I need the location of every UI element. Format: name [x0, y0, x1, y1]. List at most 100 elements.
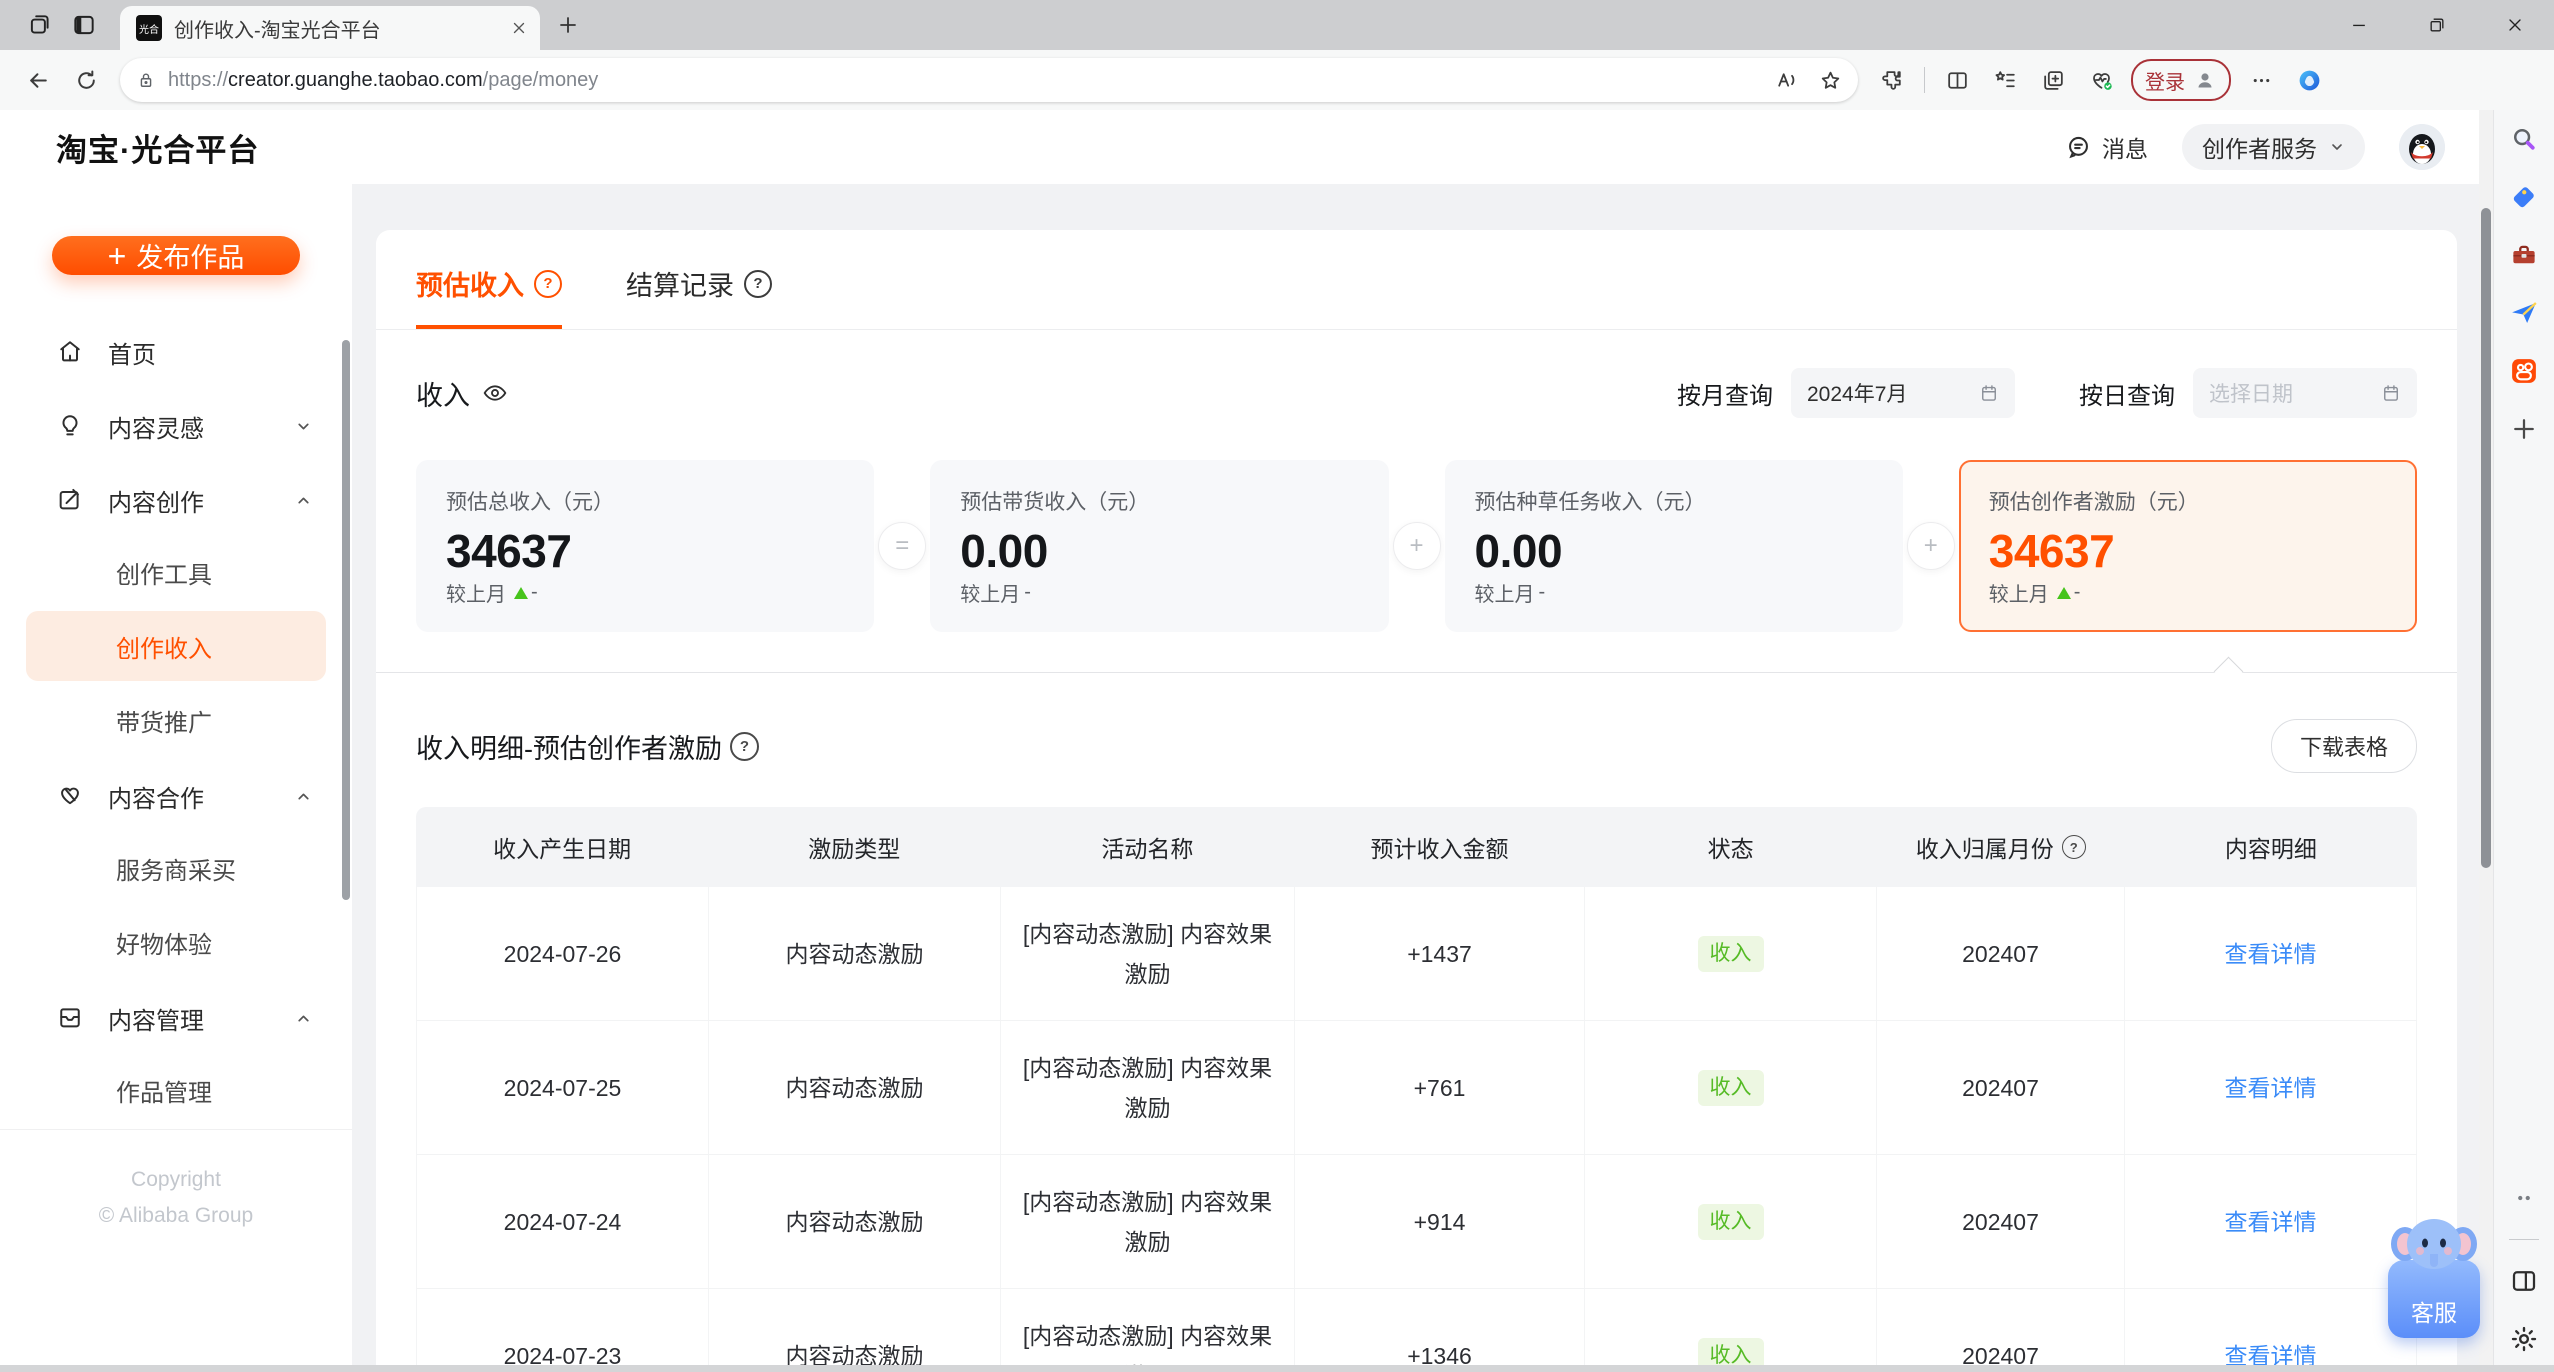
settings-more-icon[interactable] [2239, 58, 2283, 102]
card-title: 预估种草任务收入（元） [1474, 491, 1706, 514]
detail-header-row: 收入明细-预估创作者激励 ? 下载表格 [416, 719, 2417, 773]
view-details-link[interactable]: 查看详情 [2125, 1155, 2417, 1288]
workspaces-icon[interactable] [18, 3, 62, 47]
refresh-icon[interactable] [64, 58, 108, 102]
split-screen-icon[interactable] [1935, 58, 1979, 102]
header-label: 预计收入金额 [1370, 836, 1509, 862]
sidebar-tools-icon[interactable] [2507, 238, 2541, 272]
browser-essentials-icon[interactable] [2079, 58, 2123, 102]
edge-sidebar [2493, 110, 2554, 1372]
creator-service-menu[interactable]: 创作者服务 [2182, 124, 2365, 170]
sidebar-search-icon[interactable] [2507, 122, 2541, 156]
view-details-link[interactable]: 查看详情 [2125, 1021, 2417, 1154]
favorite-star-icon[interactable] [1808, 58, 1852, 102]
income-card-1[interactable]: 预估带货收入（元） 0.00 较上月 - [930, 460, 1389, 632]
cell-status: 收入 [1585, 1289, 1877, 1372]
sidebar-send-icon[interactable] [2507, 296, 2541, 330]
table-header-6: 内容明细 [2125, 830, 2417, 864]
sidebar-item-10[interactable]: 作品管理 [26, 1055, 326, 1125]
card-compare: 较上月 - [1475, 578, 1873, 607]
penguin-avatar-image [2399, 124, 2445, 170]
page-scrollbar[interactable] [2479, 110, 2493, 1372]
sidebar-kuaishou-icon[interactable] [2507, 354, 2541, 388]
messages-button[interactable]: 消息 [2065, 130, 2148, 164]
header-label: 收入产生日期 [493, 836, 632, 862]
manage-icon [56, 1003, 86, 1033]
sidebar-item-3[interactable]: 创作工具 [26, 537, 326, 607]
table-header-3: 预计收入金额 [1294, 830, 1584, 864]
avatar[interactable] [2399, 124, 2445, 170]
view-details-link[interactable]: 查看详情 [2125, 887, 2417, 1020]
browser-tab[interactable]: 光合 创作收入-淘宝光合平台 [120, 6, 540, 50]
income-card-0[interactable]: 预估总收入（元） 34637 较上月 - [416, 460, 875, 632]
help-icon[interactable]: ? [730, 731, 759, 761]
trend-up-icon [514, 586, 528, 599]
sidebar-more-icon[interactable] [2507, 1181, 2541, 1215]
new-tab-button[interactable] [556, 13, 580, 37]
status-badge: 收入 [1697, 1203, 1764, 1240]
site-logo[interactable]: 淘宝·光合平台 [56, 125, 259, 170]
sidebar-item-5[interactable]: 带货推广 [26, 685, 326, 755]
sidebar-settings-icon[interactable] [2507, 1322, 2541, 1356]
view-details-link[interactable]: 查看详情 [2225, 1068, 2317, 1108]
maximize-button[interactable] [2398, 0, 2476, 50]
view-details-link[interactable]: 查看详情 [2225, 934, 2317, 974]
help-icon[interactable]: ? [744, 269, 772, 298]
sidebar-item-4[interactable]: 创作收入 [26, 611, 326, 681]
trend-up-icon [2056, 586, 2071, 599]
tab-actions-icon[interactable] [62, 3, 106, 47]
back-icon[interactable] [16, 58, 60, 102]
cell-type: 内容动态激励 [709, 887, 1001, 1020]
table-header-0: 收入产生日期 [416, 830, 708, 864]
read-aloud-icon[interactable] [1764, 58, 1808, 102]
collections-icon[interactable] [2031, 58, 2075, 102]
day-query-label: 按日查询 [2079, 382, 2175, 410]
eye-icon[interactable] [482, 380, 508, 406]
card-title: 预估创作者激励（元） [1988, 491, 2199, 514]
sidebar-scrollbar[interactable] [342, 340, 350, 900]
tab-close-icon[interactable] [510, 19, 528, 37]
sidebar-panel-icon[interactable] [2507, 1264, 2541, 1298]
address-bar[interactable]: https://creator.guanghe.taobao.com/page/… [120, 58, 1858, 102]
income-card-3[interactable]: 预估创作者激励（元） 34637 较上月 - [1958, 460, 2417, 632]
calendar-icon [2384, 385, 2398, 401]
sidebar-item-6[interactable]: 内容合作 [0, 759, 352, 833]
copilot-icon[interactable] [2287, 58, 2331, 102]
sidebar-item-1[interactable]: 内容灵感 [0, 389, 352, 463]
help-icon[interactable]: ? [2061, 835, 2086, 859]
sidebar-add-icon[interactable] [2507, 412, 2541, 446]
browser-login-button[interactable]: 登录 [2131, 59, 2231, 101]
download-table-button[interactable]: 下载表格 [2270, 719, 2417, 773]
tab-settlement-records[interactable]: 结算记录 ? [626, 264, 772, 329]
view-details-link[interactable]: 查看详情 [2225, 1202, 2317, 1242]
toolbar-divider [1924, 67, 1925, 93]
card-value: 34637 [1988, 525, 2115, 577]
cell-activity: [内容动态激励] 内容效果激励 [1001, 887, 1295, 1020]
day-query-input[interactable]: 选择日期 [2193, 368, 2417, 418]
elephant-mascot-icon [2391, 1219, 2477, 1269]
close-button[interactable] [2476, 0, 2554, 50]
sidebar-item-9[interactable]: 内容管理 [0, 981, 352, 1055]
sidebar-item-7[interactable]: 服务商采买 [26, 833, 326, 903]
favorites-list-icon[interactable] [1983, 58, 2027, 102]
sidebar-item-8[interactable]: 好物体验 [26, 907, 326, 977]
table-header-row: 收入产生日期 激励类型 活动名称 预计收入金额 状态 收入归属月份? 内容明细 [416, 807, 2417, 887]
header-label: 激励类型 [808, 836, 901, 862]
chevron-down-icon [2332, 144, 2342, 150]
tab-estimated-income[interactable]: 预估收入 ? [416, 264, 562, 329]
scrollbar-thumb[interactable] [2481, 208, 2491, 868]
cell-status: 收入 [1585, 887, 1877, 1020]
extensions-icon[interactable] [1870, 58, 1914, 102]
customer-service-button[interactable]: 客服 [2388, 1219, 2480, 1338]
sidebar-item-2[interactable]: 内容创作 [0, 463, 352, 537]
sidebar-shopping-icon[interactable] [2507, 180, 2541, 214]
month-query-input[interactable]: 2024年7月 [1791, 368, 2015, 418]
browser-toolbar: https://creator.guanghe.taobao.com/page/… [0, 50, 2554, 110]
table-row: 2024-07-23内容动态激励[内容动态激励] 内容效果激励+1346收入20… [416, 1289, 2417, 1372]
view-details-link[interactable]: 查看详情 [2125, 1289, 2417, 1372]
publish-work-button[interactable]: + 发布作品 [52, 236, 300, 275]
income-card-2[interactable]: 预估种草任务收入（元） 0.00 较上月 - [1444, 460, 1903, 632]
minimize-button[interactable] [2320, 0, 2398, 50]
sidebar-item-0[interactable]: 首页 [0, 315, 352, 389]
help-icon[interactable]: ? [534, 269, 562, 298]
